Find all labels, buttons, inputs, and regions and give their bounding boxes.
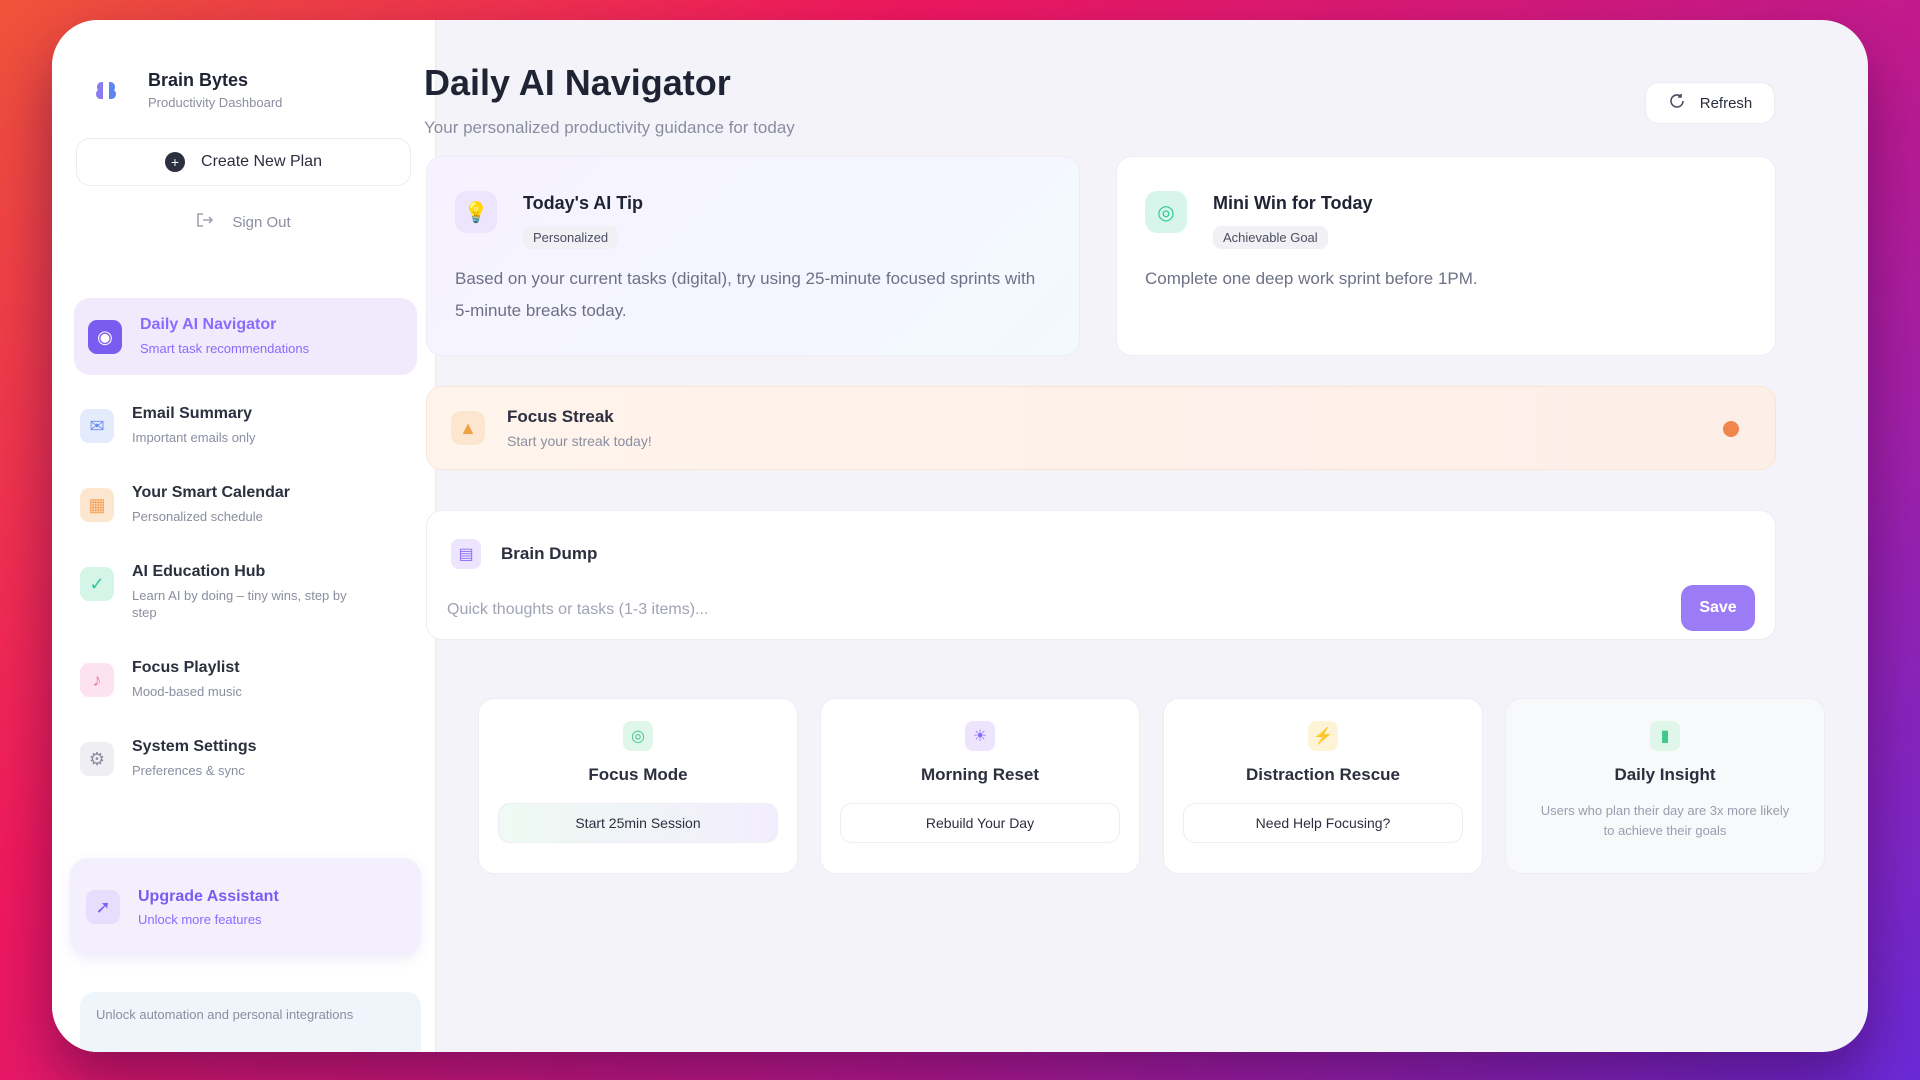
mini-card-title: Morning Reset [920,765,1040,784]
refresh-label: Refresh [1699,94,1753,112]
sign-out-icon [196,212,214,232]
sidebar-item-label: Your Smart Calendar [132,484,290,501]
distraction-rescue-card: ⚡ Distraction Rescue Need Help Focusing? [1163,698,1483,874]
sidebar-item-label: Daily AI Navigator [140,316,277,333]
sidebar-item-subtitle: Personalized schedule [132,509,263,524]
sidebar-item-daily-ai-navigator[interactable]: ◉ Daily AI Navigator Smart task recommen… [74,298,417,375]
ai-tip-card: 💡 Today's AI Tip Personalized Based on y… [426,156,1080,356]
create-plan-button[interactable]: + Create New Plan [76,138,411,186]
gear-icon: ⚙ [80,742,114,776]
brain-dump-title: Brain Dump [501,544,598,563]
sidebar-item-label: System Settings [132,738,257,755]
tip-text: Based on your current tasks (digital), t… [455,269,1036,320]
page-title: Daily AI Navigator [424,62,731,103]
music-icon: ♪ [80,663,114,697]
upgrade-assistant-button[interactable]: ➚ Upgrade Assistant Unlock more features [70,858,421,956]
calendar-icon: ▦ [80,488,114,522]
rebuild-day-button[interactable]: Rebuild Your Day [840,803,1120,843]
sidebar-item-smart-calendar[interactable]: ▦ Your Smart Calendar Personalized sched… [52,484,435,525]
sign-out-label: Sign Out [232,213,291,231]
sunrise-icon: ☀ [965,721,995,751]
morning-reset-card: ☀ Morning Reset Rebuild Your Day [820,698,1140,874]
brand-subtitle: Productivity Dashboard [148,95,283,110]
compass-icon: ◉ [88,320,122,354]
sidebar: Brain Bytes Productivity Dashboard + Cre… [52,20,436,1052]
brain-icon [90,73,124,107]
lightning-icon: ⚡ [1308,721,1338,751]
sidebar-item-focus-playlist[interactable]: ♪ Focus Playlist Mood-based music [52,659,435,700]
refresh-icon [1668,92,1686,114]
brain-dump-card: ▤ Brain Dump Save [426,510,1776,640]
target-icon: ◎ [1145,191,1187,233]
sidebar-item-subtitle: Important emails only [132,430,256,445]
insight-text: Users who plan their day are 3x more lik… [1540,803,1790,838]
sidebar-item-label: AI Education Hub [132,563,266,580]
mail-icon: ✉ [80,409,114,443]
page-subtitle: Your personalized productivity guidance … [424,118,795,137]
sidebar-item-subtitle: Preferences & sync [132,763,245,778]
daily-insight-card: ▮ Daily Insight Users who plan their day… [1505,698,1825,874]
brand-name: Brain Bytes [148,70,249,90]
mini-win-card: ◎ Mini Win for Today Achievable Goal Com… [1116,156,1776,356]
rocket-icon: ➚ [86,890,120,924]
streak-subtitle: Start your streak today! [507,433,652,449]
start-session-button[interactable]: Start 25min Session [498,803,778,843]
sidebar-item-label: Focus Playlist [132,659,240,676]
sign-out-button[interactable]: Sign Out [52,202,435,242]
mini-card-title: Focus Mode [588,765,688,784]
personalized-badge: Personalized [523,226,619,249]
refresh-button[interactable]: Refresh [1645,82,1775,124]
book-icon: ✓ [80,567,114,601]
focus-streak-banner: ▲ Focus Streak Start your streak today! [426,386,1776,470]
chart-icon: ▮ [1650,721,1680,751]
brain-dump-input[interactable] [447,587,1677,633]
plus-icon: + [165,152,186,172]
streak-status-dot [1723,421,1739,437]
card-title: Mini Win for Today [1213,193,1373,213]
sidebar-item-email-summary[interactable]: ✉ Email Summary Important emails only [52,405,435,446]
lightbulb-icon: 💡 [455,191,497,233]
sidebar-item-subtitle: Mood-based music [132,684,242,699]
sidebar-item-subtitle: Learn AI by doing – tiny wins, step by s… [132,588,347,620]
card-title: Today's AI Tip [523,193,643,213]
sidebar-item-label: Email Summary [132,405,253,422]
mini-card-title: Distraction Rescue [1246,765,1400,784]
focus-mode-card: ◎ Focus Mode Start 25min Session [478,698,798,874]
brand: Brain Bytes Productivity Dashboard [52,20,435,124]
sidebar-item-ai-education-hub[interactable]: ✓ AI Education Hub Learn AI by doing – t… [52,563,435,621]
mini-card-title: Daily Insight [1614,765,1716,784]
sidebar-nav: ◉ Daily AI Navigator Smart task recommen… [52,298,435,779]
footer-note: Unlock automation and personal integrati… [80,992,421,1052]
need-help-focusing-button[interactable]: Need Help Focusing? [1183,803,1463,843]
save-button[interactable]: Save [1681,585,1755,631]
win-text: Complete one deep work sprint before 1PM… [1145,269,1478,288]
flame-icon: ▲ [451,411,485,445]
sidebar-item-subtitle: Smart task recommendations [140,341,310,356]
achievable-goal-badge: Achievable Goal [1213,226,1328,249]
create-plan-label: Create New Plan [201,153,322,170]
target-icon: ◎ [623,721,653,751]
upgrade-title: Upgrade Assistant [138,887,279,905]
notepad-icon: ▤ [451,539,481,569]
upgrade-subtitle: Unlock more features [138,911,262,927]
sidebar-item-system-settings[interactable]: ⚙ System Settings Preferences & sync [52,738,435,779]
streak-title: Focus Streak [507,407,614,426]
